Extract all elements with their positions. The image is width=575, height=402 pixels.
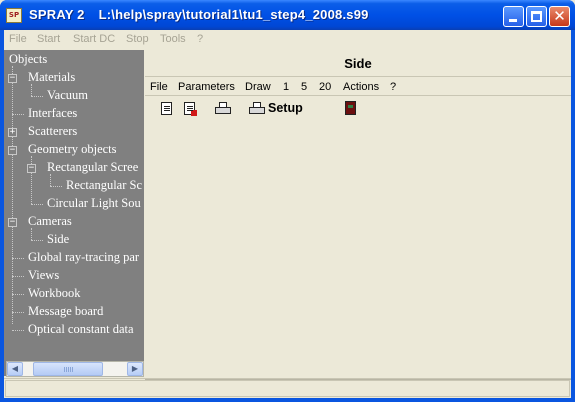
panel-menu-parameters[interactable]: Parameters [178,81,235,93]
close-icon: ✕ [553,7,566,25]
client-area: File Start Start DC Stop Tools ? Objects [4,30,571,398]
tree-item-objects[interactable]: Objects [9,52,47,67]
tree-connector [12,66,13,324]
app-icon[interactable]: SP [6,8,22,23]
tree-connector [12,114,24,115]
maximize-icon [531,11,542,22]
tree-connector [50,174,51,186]
grip-icon [64,367,73,372]
tree-connector [31,228,32,240]
panel-menu-bar: File Parameters Draw 1 5 20 Actions ? [145,78,571,96]
tree-item-workbook[interactable]: Workbook [28,286,80,301]
tree-item-rectangular-sub[interactable]: Rectangular Sc [66,178,142,193]
panel-menu-draw[interactable]: Draw [245,81,271,93]
printer-body [215,107,231,114]
collapse-icon[interactable]: − [8,218,17,227]
collapse-icon[interactable]: − [27,164,36,173]
camera-view-panel: Side File Parameters Draw 1 5 20 Actions… [145,50,571,382]
printer-body [249,107,265,114]
panel-menu-5[interactable]: 5 [301,81,307,93]
menu-file[interactable]: File [9,33,27,45]
application-window: SP SPRAY 2 L:\help\spray\tutorial1\tu1_st… [0,0,575,402]
print-setup-button[interactable] [249,102,265,115]
scroll-left-button[interactable]: ◀ [7,362,23,376]
document-export-icon[interactable] [184,102,197,116]
tree-item-global-ray-tracing[interactable]: Global ray-tracing par [28,250,139,265]
tree-connector [12,330,24,331]
tree-item-vacuum[interactable]: Vacuum [47,88,88,103]
print-button[interactable] [215,102,231,115]
file-path: L:\help\spray\tutorial1\tu1_step4_2008.s… [98,7,369,22]
collapse-icon[interactable]: − [8,74,17,83]
panel-menu-actions[interactable]: Actions [343,81,379,93]
panel-menu-20[interactable]: 20 [319,81,331,93]
status-divider [4,378,571,379]
exit-icon[interactable] [345,101,356,115]
tree-connector [31,84,32,96]
tree-connector [12,276,24,277]
status-bar [5,380,570,397]
panel-toolbar: Setup [145,97,571,121]
maximize-button[interactable] [526,6,547,27]
menu-start[interactable]: Start [37,33,60,45]
tree-item-geometry-objects[interactable]: Geometry objects [28,142,117,157]
panel-title: Side [344,56,372,71]
scroll-thumb[interactable] [33,362,103,376]
object-tree[interactable]: Objects − Materials Vacuum Interfaces + … [4,50,144,376]
main-menu-bar: File Start Start DC Stop Tools ? [4,30,571,49]
title-bar[interactable]: SP SPRAY 2 L:\help\spray\tutorial1\tu1_st… [0,0,575,30]
tree-connector [12,258,24,259]
tree-horizontal-scrollbar[interactable]: ◀ ▶ [6,361,144,377]
minimize-icon [509,19,517,22]
panel-header: Side [145,50,571,77]
panel-menu-file[interactable]: File [150,81,168,93]
scroll-right-button[interactable]: ▶ [127,362,143,376]
setup-label[interactable]: Setup [268,101,303,115]
tree-connector [31,204,43,205]
panel-menu-1[interactable]: 1 [283,81,289,93]
tree-item-optical-constant-data[interactable]: Optical constant data [28,322,134,337]
app-name: SPRAY 2 [29,7,85,22]
tree-item-circular-light-source[interactable]: Circular Light Sou [47,196,141,211]
tree-connector [50,186,62,187]
tree-connector [12,294,24,295]
tree-item-interfaces[interactable]: Interfaces [28,106,77,121]
tree-connector [31,240,43,241]
tree-item-scatterers[interactable]: Scatterers [28,124,77,139]
tree-item-rectangular-screen[interactable]: Rectangular Scree [47,160,138,175]
collapse-icon[interactable]: − [8,146,17,155]
tree-item-side[interactable]: Side [47,232,69,247]
minimize-button[interactable] [503,6,524,27]
menu-start-dc[interactable]: Start DC [73,33,115,45]
tree-item-cameras[interactable]: Cameras [28,214,72,229]
tree-connector [12,312,24,313]
menu-tools[interactable]: Tools [160,33,186,45]
expand-icon[interactable]: + [8,128,17,137]
tree-connector [31,96,43,97]
window-title: SPRAY 2 L:\help\spray\tutorial1\tu1_step4… [29,7,369,22]
panel-menu-help[interactable]: ? [390,81,396,93]
document-icon[interactable] [161,102,172,115]
tree-item-views[interactable]: Views [28,268,59,283]
tree-item-message-board[interactable]: Message board [28,304,103,319]
menu-help[interactable]: ? [197,33,203,45]
close-button[interactable]: ✕ [549,6,570,27]
tree-item-materials[interactable]: Materials [28,70,75,85]
menu-stop[interactable]: Stop [126,33,149,45]
